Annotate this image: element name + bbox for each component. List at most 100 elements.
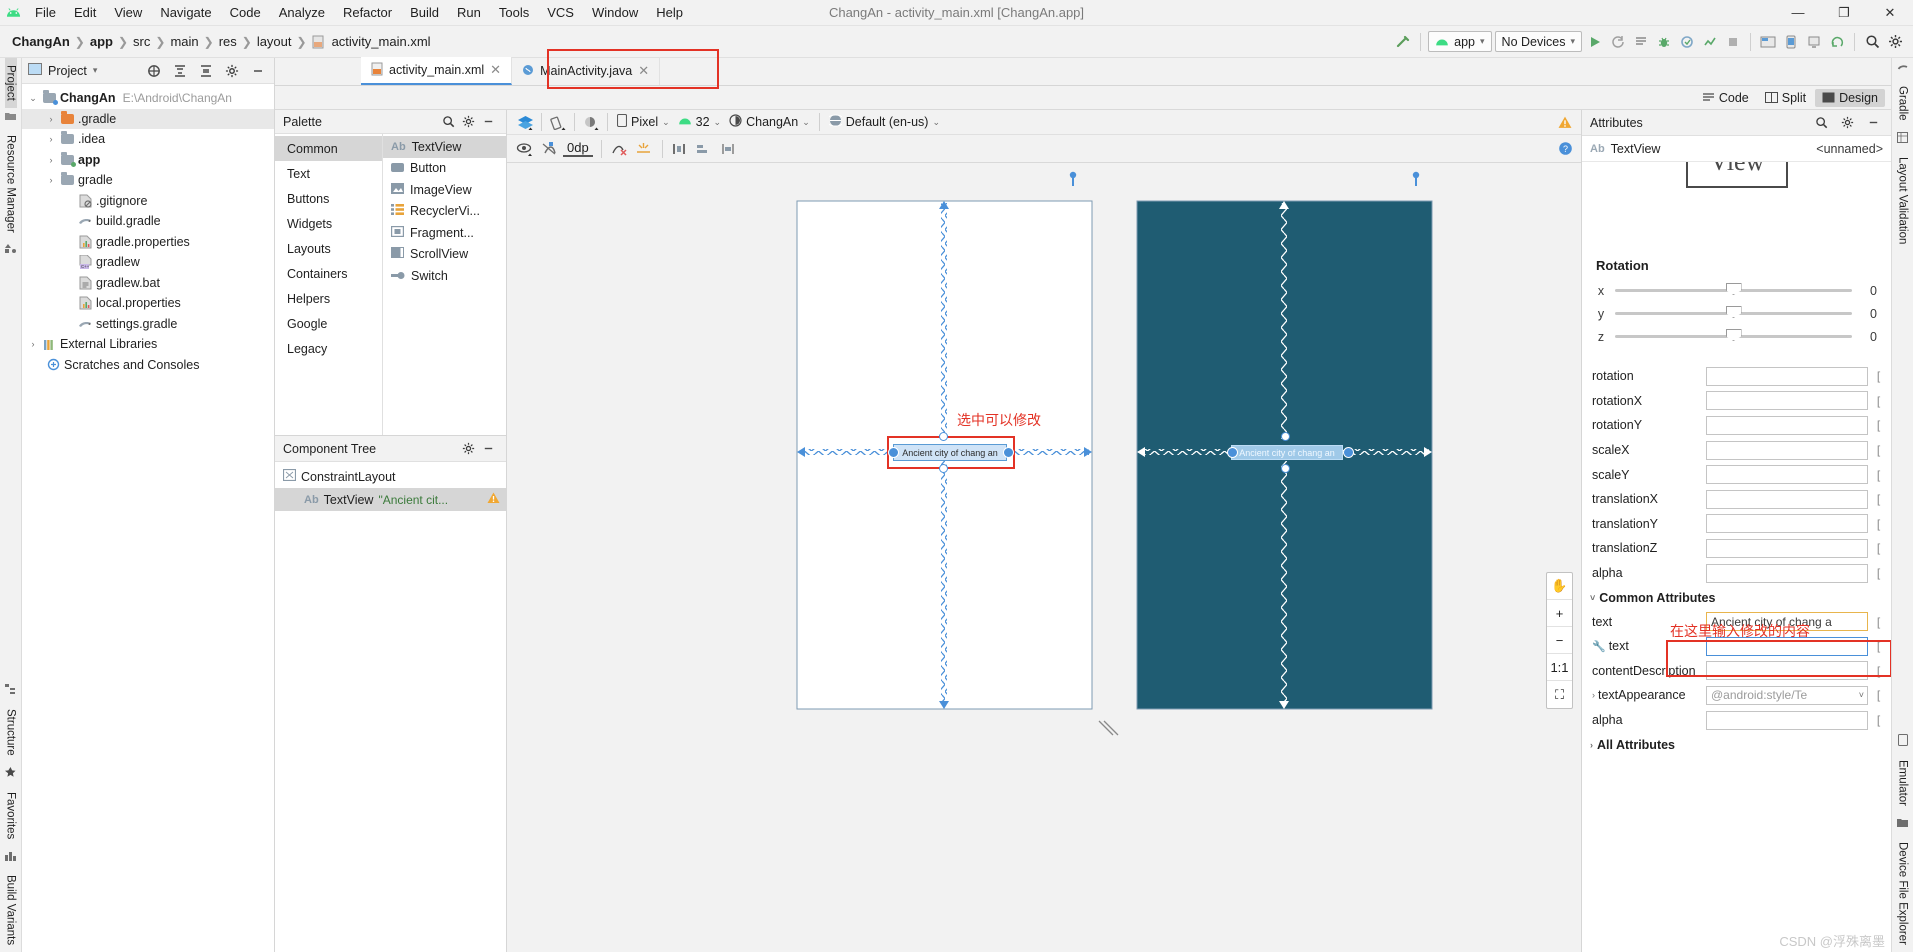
device-manager-icon[interactable]	[1804, 31, 1824, 53]
property-row-translationx[interactable]: translationX [	[1582, 487, 1891, 512]
tree-node-build-gradle[interactable]: build.gradle	[22, 211, 274, 232]
close-icon[interactable]: ✕	[490, 62, 501, 78]
pan-hand-icon[interactable]: ✋	[1547, 573, 1572, 600]
palette-category-layouts[interactable]: Layouts	[275, 236, 382, 261]
resize-handle-right-blueprint[interactable]	[1343, 447, 1354, 458]
default-margin-value[interactable]: 0dp	[563, 140, 593, 157]
project-settings-gear-icon[interactable]	[222, 60, 242, 82]
locale-dropdown[interactable]: Default (en-us) ⌄	[825, 114, 943, 130]
property-resource-picker[interactable]: [	[1874, 664, 1883, 678]
chevron-right-icon[interactable]: ›	[26, 339, 40, 349]
tree-node-gradle-dir[interactable]: › .gradle	[22, 108, 274, 129]
property-row-rotation[interactable]: rotation [	[1582, 364, 1891, 389]
menu-file[interactable]: File	[26, 0, 65, 26]
search-everywhere-icon[interactable]	[1862, 31, 1882, 53]
property-resource-picker[interactable]: [	[1874, 566, 1883, 580]
component-tree-row-constraintlayout[interactable]: ConstraintLayout	[275, 465, 506, 488]
tree-node-scratches[interactable]: Scratches and Consoles	[22, 355, 274, 376]
menu-code[interactable]: Code	[221, 0, 270, 26]
property-row-alpha-common[interactable]: alpha [	[1582, 708, 1891, 733]
constraint-handle-bottom-blueprint[interactable]	[1281, 464, 1290, 473]
canvas-textview-blueprint[interactable]: Ancient city of chang an	[1231, 445, 1343, 460]
slider-thumb[interactable]	[1725, 306, 1742, 318]
chevron-right-icon[interactable]: ›	[44, 155, 58, 165]
tree-node-gradlew-bat[interactable]: gradlew.bat	[22, 273, 274, 294]
slider-thumb[interactable]	[1725, 329, 1742, 341]
chevron-right-icon[interactable]: ›	[44, 175, 58, 185]
align-icon[interactable]	[695, 138, 715, 160]
resize-handle-left-design[interactable]	[888, 447, 899, 458]
palette-category-containers[interactable]: Containers	[275, 261, 382, 286]
rail-project[interactable]: Project	[4, 58, 17, 108]
avd-manager-icon[interactable]	[1781, 31, 1801, 53]
property-resource-picker[interactable]: [	[1874, 688, 1883, 702]
hide-panel-icon[interactable]	[248, 60, 268, 82]
rail-device-file-explorer[interactable]: Device File Explorer	[1897, 835, 1909, 952]
palette-item-fragment[interactable]: Fragment...	[383, 222, 506, 244]
property-value-field[interactable]	[1706, 563, 1868, 583]
mode-design[interactable]: Design	[1815, 88, 1885, 107]
mode-split[interactable]: Split	[1758, 89, 1813, 107]
settings-gear-icon[interactable]	[1885, 31, 1905, 53]
rotation-slider-z[interactable]: z 0	[1582, 325, 1891, 348]
attributes-scroll-area[interactable]: View Rotation x 0 y 0 z	[1582, 162, 1891, 952]
resize-handle-left-blueprint[interactable]	[1227, 447, 1238, 458]
property-resource-picker[interactable]: [	[1874, 443, 1883, 457]
device-selector[interactable]: No Devices ▾	[1494, 31, 1582, 52]
api-dropdown[interactable]: 32 ⌄	[675, 115, 724, 129]
property-value-field[interactable]	[1706, 440, 1868, 460]
resize-handle-right-design[interactable]	[1003, 447, 1014, 458]
tab-mainactivity-java[interactable]: MainActivity.java ✕	[512, 57, 661, 85]
slider-track[interactable]	[1615, 306, 1852, 318]
close-icon[interactable]: ✕	[638, 63, 649, 79]
chevron-down-icon[interactable]: ⌄	[26, 93, 40, 104]
property-value-field[interactable]	[1706, 538, 1868, 558]
breadcrumb-main[interactable]: main	[166, 34, 202, 49]
breadcrumb-src[interactable]: src	[129, 34, 154, 49]
rail-build-variants[interactable]: Build Variants	[5, 868, 17, 952]
slider-track[interactable]	[1615, 283, 1852, 295]
property-resource-picker[interactable]: [	[1874, 394, 1883, 408]
palette-item-switch[interactable]: Switch	[383, 265, 506, 287]
rail-emulator[interactable]: Emulator	[1897, 753, 1909, 813]
apply-changes-icon[interactable]	[1608, 31, 1628, 53]
property-row-scalex[interactable]: scaleX [	[1582, 438, 1891, 463]
breadcrumb-changan[interactable]: ChangAn	[8, 34, 74, 49]
rail-favorites[interactable]: Favorites	[5, 785, 17, 846]
property-resource-picker[interactable]: [	[1874, 541, 1883, 555]
zoom-out-button[interactable]: −	[1547, 627, 1572, 654]
attributes-gear-icon[interactable]	[1837, 112, 1857, 134]
tree-node-local-properties[interactable]: local.properties	[22, 293, 274, 314]
autoconnect-icon[interactable]	[539, 138, 559, 160]
close-button[interactable]: ✕	[1867, 0, 1913, 26]
menu-navigate[interactable]: Navigate	[151, 0, 220, 26]
textappearance-field[interactable]: @android:style/Te ˅	[1706, 685, 1868, 705]
chevron-down-icon[interactable]: ˅	[1590, 593, 1595, 603]
tree-node-gitignore[interactable]: .gitignore	[22, 191, 274, 212]
attributes-hide-icon[interactable]	[1863, 112, 1883, 134]
property-row-translationy[interactable]: translationY [	[1582, 512, 1891, 537]
chevron-right-icon[interactable]: ›	[44, 134, 58, 144]
palette-item-recyclerview[interactable]: RecyclerVi...	[383, 201, 506, 223]
rotation-slider-y[interactable]: y 0	[1582, 302, 1891, 325]
palette-item-textview[interactable]: Ab TextView	[383, 136, 506, 158]
slider-track[interactable]	[1615, 329, 1852, 341]
help-icon[interactable]: ?	[1555, 138, 1575, 160]
minimize-button[interactable]: —	[1775, 0, 1821, 26]
palette-category-legacy[interactable]: Legacy	[275, 336, 382, 361]
zoom-fit-button[interactable]: ⛶	[1547, 681, 1572, 708]
run-button[interactable]	[1585, 31, 1605, 53]
property-value-field[interactable]	[1706, 489, 1868, 509]
show-constraints-eye-icon[interactable]	[515, 138, 535, 160]
property-row-translationz[interactable]: translationZ [	[1582, 536, 1891, 561]
constraint-handle-bottom-design[interactable]	[939, 464, 948, 473]
palette-category-common[interactable]: Common	[275, 136, 382, 161]
property-value-field[interactable]	[1706, 415, 1868, 435]
menu-refactor[interactable]: Refactor	[334, 0, 401, 26]
property-resource-picker[interactable]: [	[1874, 517, 1883, 531]
property-row-rotationy[interactable]: rotationY [	[1582, 413, 1891, 438]
property-resource-picker[interactable]: [	[1874, 468, 1883, 482]
common-attributes-section[interactable]: ˅ Common Attributes	[1582, 585, 1891, 609]
chevron-right-icon[interactable]: ›	[1592, 690, 1595, 700]
property-value-field[interactable]	[1706, 366, 1868, 386]
